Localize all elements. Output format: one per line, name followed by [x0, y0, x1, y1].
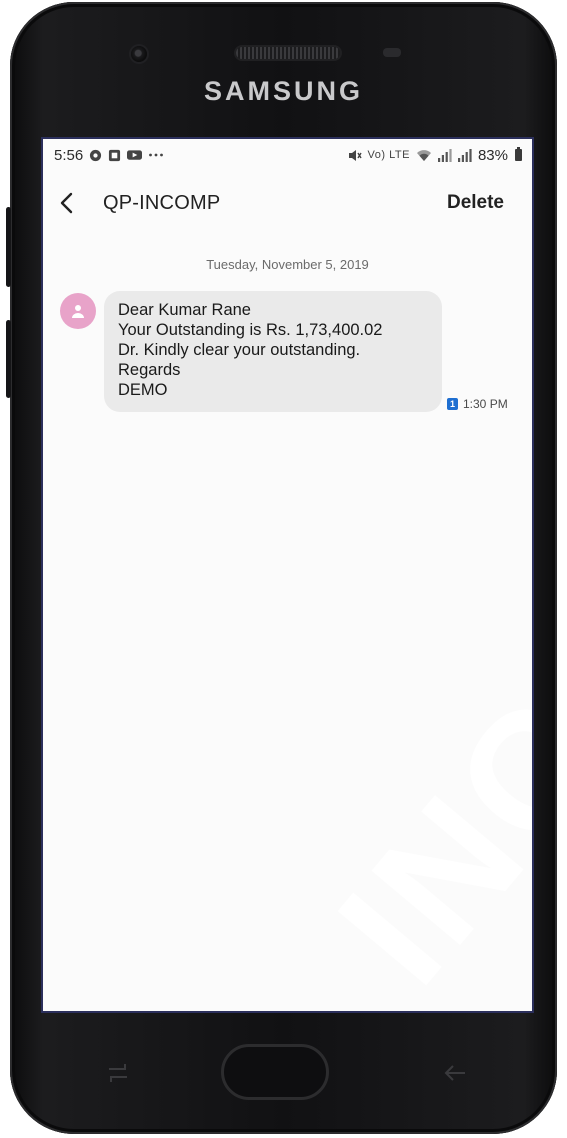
- home-button[interactable]: [221, 1044, 329, 1100]
- battery-icon: [515, 147, 522, 161]
- recent-apps-icon: [109, 1064, 127, 1082]
- more-notifications-icon: [148, 152, 164, 158]
- recent-apps-button[interactable]: [103, 1058, 133, 1088]
- message-line: Dr. Kindly clear your outstanding.: [118, 341, 361, 359]
- app-bar: QP-INCOMP Delete: [43, 181, 532, 225]
- avatar[interactable]: [60, 293, 96, 329]
- side-button-upper: [6, 207, 11, 287]
- status-time: 5:56: [54, 146, 84, 164]
- message-line: Your Outstanding is Rs. 1,73,400.02: [118, 321, 383, 339]
- message-bubble[interactable]: Dear Kumar Rane Your Outstanding is Rs. …: [104, 291, 442, 412]
- delete-button[interactable]: Delete: [447, 192, 504, 214]
- signal-sim1-icon: [437, 148, 452, 162]
- status-bar: 5:56 Vo) LTE 83%: [43, 139, 532, 171]
- earpiece-speaker: [236, 47, 340, 59]
- chevron-left-icon: [60, 192, 73, 214]
- back-button[interactable]: [59, 189, 87, 217]
- message-line: DEMO: [118, 381, 168, 399]
- brand-logo: SAMSUNG: [203, 76, 363, 106]
- video-notification-icon: [127, 149, 143, 161]
- conversation-title: QP-INCOMP: [103, 191, 221, 214]
- settings-notification-icon: [89, 149, 102, 162]
- person-icon: [72, 305, 84, 318]
- wifi-icon: [416, 149, 432, 162]
- screen: 5:56 Vo) LTE 83% QP-INCOMP Delete Tuesda…: [41, 137, 534, 1013]
- date-separator: Tuesday, November 5, 2019: [206, 257, 369, 272]
- message-line: Regards: [118, 361, 181, 379]
- message-meta: 1 1:30 PM: [447, 397, 508, 411]
- app-notification-icon: [108, 149, 121, 162]
- back-nav-button[interactable]: [440, 1058, 470, 1088]
- proximity-sensor: [383, 48, 401, 57]
- back-arrow-icon: [444, 1065, 465, 1081]
- message-time: 1:30 PM: [463, 397, 508, 411]
- watermark: INC: [302, 660, 534, 1013]
- front-camera: [131, 46, 147, 62]
- volte-label: Vo) LTE: [367, 149, 410, 161]
- sim-badge: 1: [447, 398, 458, 410]
- signal-sim2-icon: [457, 148, 472, 162]
- battery-percent: 83%: [477, 146, 508, 164]
- side-button-lower: [6, 320, 11, 398]
- message-line: Dear Kumar Rane: [118, 301, 251, 319]
- mute-icon: [348, 149, 362, 162]
